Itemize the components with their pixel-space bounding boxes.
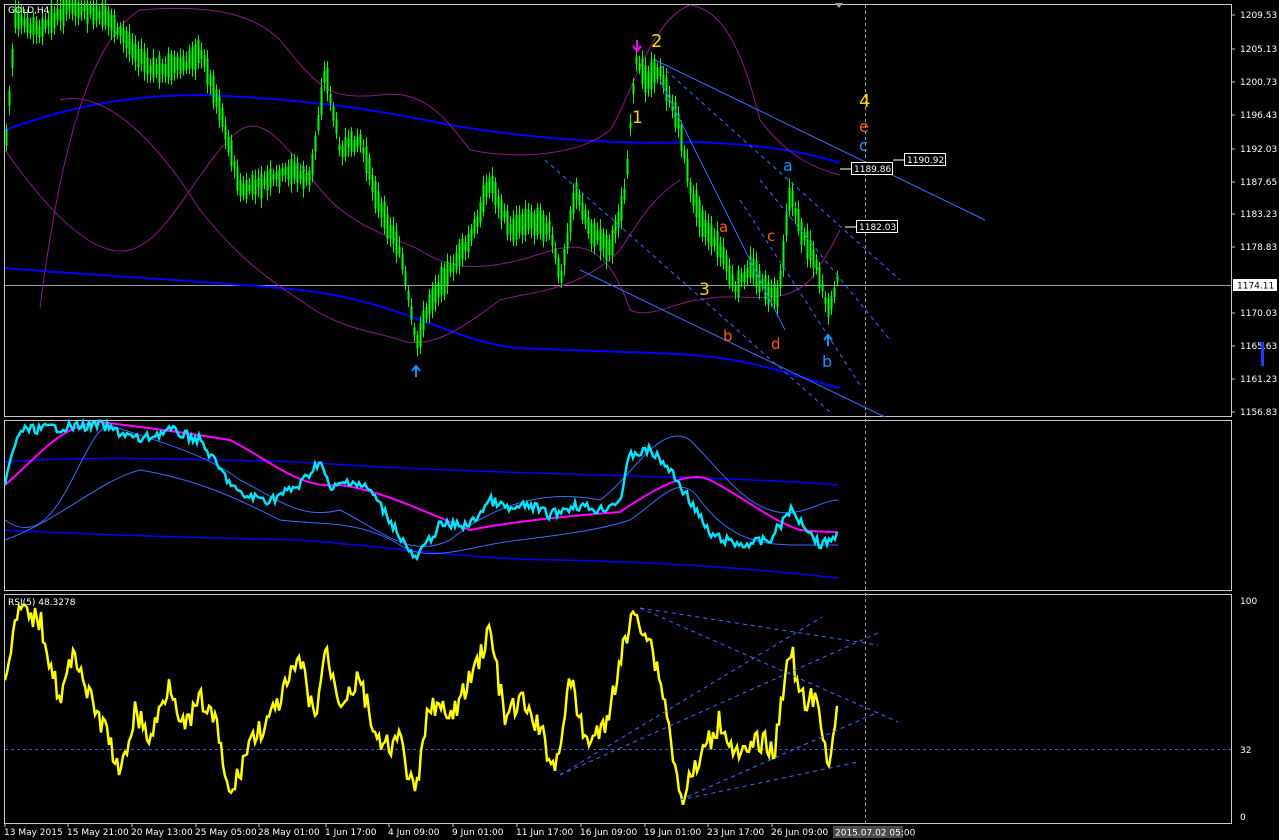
- price-tag-1182-03: 1182.03: [845, 220, 898, 233]
- price-axis-label: 1161.23: [1240, 375, 1277, 385]
- wave-label-c-orange: c: [767, 227, 775, 245]
- time-axis-label: 23 Jun 17:00: [707, 828, 764, 838]
- wave-label-c-blue: c: [859, 136, 868, 155]
- rsi-axis-32: 32: [1240, 746, 1251, 756]
- wave-label-a-blue: a: [783, 156, 793, 175]
- price-tag-1190-92: 1190.92: [893, 153, 946, 166]
- rsi-axis: 100 32 0: [1240, 597, 1257, 823]
- time-axis-label: 9 Jun 01:00: [452, 828, 504, 838]
- price-axis-label: 1196.43: [1240, 111, 1277, 121]
- scroll-marker-icon[interactable]: [835, 3, 843, 8]
- wave-label-b-blue: b: [822, 352, 832, 371]
- price-axis-label: 1192.03: [1240, 145, 1277, 155]
- rsi-panel[interactable]: [4, 594, 1232, 824]
- time-axis: 13 May 2015 15 May 21:00 20 May 13:00 25 Ma…: [4, 824, 828, 838]
- rsi-label: RSI(5) 48.3278: [8, 598, 76, 608]
- rsi-axis-0: 0: [1240, 813, 1246, 823]
- time-axis-label: 28 May 01:00: [258, 828, 320, 838]
- wave-label-1: 1: [632, 108, 643, 128]
- time-axis-label: 15 May 21:00: [67, 828, 129, 838]
- price-axis-label: 1178.83: [1240, 243, 1277, 253]
- time-cursor-tag: 2015.07.02 05:00: [833, 826, 916, 839]
- indicator-panel[interactable]: [4, 420, 1232, 591]
- svg-text:1174.11: 1174.11: [1237, 282, 1274, 292]
- symbol-label: GOLD,H4: [8, 6, 50, 16]
- time-axis-label: 1 Jun 17:00: [325, 828, 377, 838]
- price-axis-label: 1165.63: [1240, 342, 1277, 352]
- price-axis-label: 1170.03: [1240, 309, 1277, 319]
- price-series: [4, 0, 986, 418]
- time-axis-label: 13 May 2015: [4, 828, 63, 838]
- time-axis-label: 4 Jun 09:00: [388, 828, 440, 838]
- scroll-indicator[interactable]: [1261, 342, 1264, 366]
- up-arrow-icon: [823, 333, 833, 346]
- price-axis-label: 1187.65: [1240, 178, 1277, 188]
- wave-label-b-orange: b: [723, 327, 733, 345]
- time-axis-label: 11 Jun 17:00: [516, 828, 573, 838]
- current-price-tag: 1174.11: [1233, 279, 1277, 292]
- price-axis: 1209.53 1205.13 1200.73 1196.43 1192.03 1187.…: [1231, 11, 1277, 418]
- time-axis-label: 26 Jun 09:00: [771, 828, 828, 838]
- wave-label-2: 2: [651, 31, 662, 52]
- down-arrow-icon: [632, 40, 642, 53]
- svg-text:1189.86: 1189.86: [854, 165, 891, 175]
- wave-label-d-orange: d: [771, 335, 781, 353]
- indicator-series: [3, 417, 839, 579]
- time-axis-label: 25 May 05:00: [195, 828, 257, 838]
- svg-text:2015.07.02 05:00: 2015.07.02 05:00: [835, 829, 916, 839]
- time-axis-label: 16 Jun 09:00: [580, 828, 637, 838]
- rsi-axis-100: 100: [1240, 597, 1257, 607]
- price-axis-label: 1156.83: [1240, 408, 1277, 418]
- price-axis-label: 1183.23: [1240, 210, 1277, 220]
- rsi-series: [3, 602, 899, 806]
- chart-window[interactable]: GOLD,H4 RSI(5) 48.3278 2 1 3 4 e c a b a…: [0, 0, 1279, 840]
- time-axis-label: 19 Jun 01:00: [644, 828, 701, 838]
- price-axis-label: 1209.53: [1240, 11, 1277, 21]
- price-tag-1189-86: 1189.86: [840, 162, 893, 175]
- wave-label-4: 4: [859, 91, 870, 112]
- price-axis-label: 1200.73: [1240, 78, 1277, 88]
- wave-label-e: e: [859, 117, 869, 136]
- time-axis-label: 20 May 13:00: [131, 828, 193, 838]
- svg-text:1190.92: 1190.92: [907, 156, 944, 166]
- price-axis-label: 1205.13: [1240, 45, 1277, 55]
- wave-label-3: 3: [699, 280, 710, 300]
- wave-label-a-orange: a: [719, 218, 728, 236]
- up-arrow-icon: [411, 364, 421, 377]
- svg-text:1182.03: 1182.03: [859, 223, 896, 233]
